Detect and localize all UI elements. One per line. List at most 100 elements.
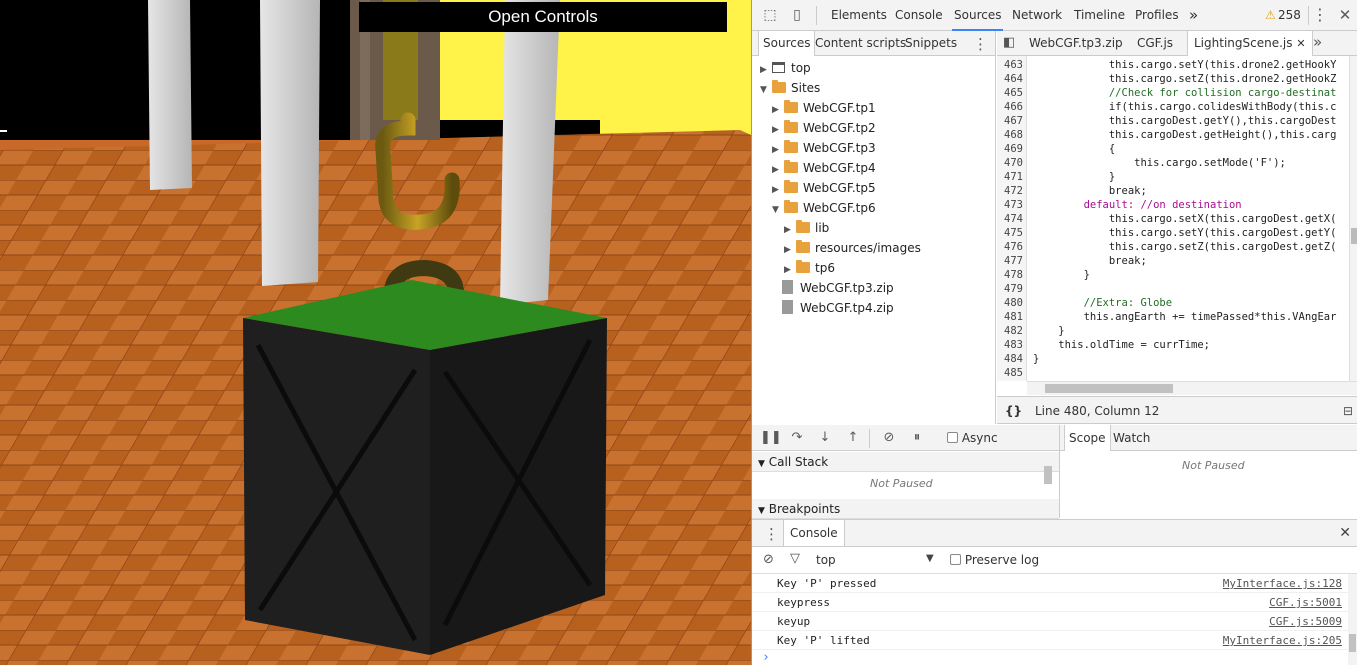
toggle-navigator-icon[interactable]: ◧ bbox=[1003, 35, 1015, 50]
pause-icon[interactable]: ❚❚ bbox=[760, 429, 782, 447]
drawer-tab-console[interactable]: Console bbox=[783, 520, 845, 546]
breakpoints-header[interactable]: ▼ Breakpoints bbox=[752, 499, 1059, 519]
line-number[interactable]: 486 bbox=[997, 380, 1023, 381]
device-mode-icon[interactable]: ▯ bbox=[788, 6, 806, 24]
tree-item-file[interactable]: WebCGF.tp4.zip bbox=[778, 298, 894, 318]
tree-item-top[interactable]: ▶ top bbox=[760, 58, 811, 78]
line-number[interactable]: 478 bbox=[997, 268, 1023, 282]
filter-icon[interactable]: ▽ bbox=[790, 551, 800, 566]
devtools-panel: ⬚ ▯ Elements Console Sources Network Tim… bbox=[751, 0, 1357, 665]
line-number[interactable]: 476 bbox=[997, 240, 1023, 254]
context-select[interactable]: top bbox=[816, 553, 836, 567]
line-number[interactable]: 482 bbox=[997, 324, 1023, 338]
source-link[interactable]: CGF.js:5001 bbox=[1269, 593, 1342, 612]
tree-item-folder[interactable]: ▶ WebCGF.tp4 bbox=[772, 158, 876, 178]
tab-sources[interactable]: Sources bbox=[952, 0, 1004, 31]
line-number[interactable]: 472 bbox=[997, 184, 1023, 198]
tree-item-folder[interactable]: ▶ WebCGF.tp5 bbox=[772, 178, 876, 198]
close-devtools-icon[interactable]: ✕ bbox=[1336, 6, 1354, 24]
close-drawer-icon[interactable]: ✕ bbox=[1339, 525, 1351, 541]
step-out-icon[interactable]: ↑ bbox=[844, 429, 862, 447]
line-number[interactable]: 467 bbox=[997, 114, 1023, 128]
line-number[interactable]: 483 bbox=[997, 338, 1023, 352]
tree-item-file[interactable]: WebCGF.tp3.zip bbox=[778, 278, 894, 298]
tree-item-folder[interactable]: ▶ lib bbox=[784, 218, 829, 238]
editor-status-bar: {} Line 480, Column 12 ⊟ bbox=[997, 396, 1357, 424]
code-editor[interactable]: 463 464 465 466 467 468 469 470 471 472 473 474 475 4… bbox=[997, 56, 1349, 381]
line-number[interactable]: 481 bbox=[997, 310, 1023, 324]
code-line: } bbox=[1033, 353, 1040, 365]
tab-timeline[interactable]: Timeline bbox=[1072, 0, 1127, 31]
toggle-debugger-icon[interactable]: ⊟ bbox=[1343, 397, 1353, 425]
line-number[interactable]: 463 bbox=[997, 58, 1023, 72]
close-tab-icon[interactable]: ✕ bbox=[1296, 37, 1305, 50]
line-number[interactable]: 468 bbox=[997, 128, 1023, 142]
code-line: break; bbox=[1033, 185, 1147, 197]
more-tabs-button[interactable]: » bbox=[1187, 0, 1200, 31]
tab-elements[interactable]: Elements bbox=[829, 0, 889, 31]
kebab-menu-icon[interactable]: ⋮ bbox=[1311, 6, 1329, 24]
source-link[interactable]: CGF.js:5009 bbox=[1269, 612, 1342, 631]
preserve-log-checkbox[interactable]: Preserve log bbox=[950, 553, 1039, 567]
source-link[interactable]: MyInterface.js:205 bbox=[1223, 631, 1342, 650]
inspect-element-icon[interactable]: ⬚ bbox=[761, 6, 779, 24]
line-number[interactable]: 469 bbox=[997, 142, 1023, 156]
nav-tab-content-scripts[interactable]: Content scripts bbox=[811, 31, 910, 56]
deactivate-breakpoints-icon[interactable]: ⊘ bbox=[880, 429, 898, 447]
line-number[interactable]: 477 bbox=[997, 254, 1023, 268]
editor-tab-active[interactable]: LightingScene.js ✕ bbox=[1187, 31, 1313, 56]
editor-tabbar: ◧ WebCGF.tp3.zip CGF.js LightingScene.js… bbox=[997, 31, 1357, 56]
console-scrollbar[interactable] bbox=[1348, 574, 1357, 665]
line-number[interactable]: 484 bbox=[997, 352, 1023, 366]
tab-scope[interactable]: Scope bbox=[1064, 425, 1111, 451]
tree-item-folder[interactable]: ▶ WebCGF.tp1 bbox=[772, 98, 876, 118]
tab-network[interactable]: Network bbox=[1010, 0, 1064, 31]
tree-item-folder[interactable]: ▶ WebCGF.tp2 bbox=[772, 118, 876, 138]
line-number[interactable]: 470 bbox=[997, 156, 1023, 170]
tab-console[interactable]: Console bbox=[893, 0, 945, 31]
line-number[interactable]: 471 bbox=[997, 170, 1023, 184]
source-link[interactable]: MyInterface.js:128 bbox=[1223, 574, 1342, 593]
line-number[interactable]: 466 bbox=[997, 100, 1023, 114]
code-line: this.cargoDest.getY(),this.cargoDest bbox=[1033, 115, 1337, 127]
tab-watch[interactable]: Watch bbox=[1109, 425, 1154, 451]
tree-item-sites[interactable]: ▼ Sites bbox=[760, 78, 820, 98]
line-number[interactable]: 465 bbox=[997, 86, 1023, 100]
clear-console-icon[interactable]: ⊘ bbox=[763, 552, 774, 567]
call-stack-header[interactable]: ▼ Call Stack bbox=[752, 452, 1059, 472]
editor-horizontal-scrollbar[interactable] bbox=[1027, 381, 1357, 395]
pretty-print-button[interactable]: {} bbox=[1005, 397, 1022, 425]
warning-icon[interactable]: ⚠ bbox=[1265, 8, 1276, 22]
drawer-menu-icon[interactable]: ⋮ bbox=[764, 525, 779, 543]
line-number[interactable]: 464 bbox=[997, 72, 1023, 86]
console-prompt[interactable]: › bbox=[762, 650, 770, 665]
step-into-icon[interactable]: ↓ bbox=[816, 429, 834, 447]
open-controls-button[interactable]: Open Controls bbox=[359, 2, 727, 32]
async-checkbox[interactable]: Async bbox=[947, 431, 998, 445]
tree-item-folder[interactable]: ▼ WebCGF.tp6 bbox=[772, 198, 876, 218]
step-over-icon[interactable]: ↷ bbox=[788, 429, 806, 447]
line-number[interactable]: 479 bbox=[997, 282, 1023, 296]
warning-count[interactable]: 258 bbox=[1278, 8, 1301, 22]
nav-tab-sources[interactable]: Sources bbox=[758, 31, 816, 56]
pause-on-exceptions-icon[interactable]: ⏸ bbox=[908, 429, 926, 447]
line-number[interactable]: 474 bbox=[997, 212, 1023, 226]
code-line: break; bbox=[1033, 255, 1147, 267]
sidebar-scrollbar[interactable] bbox=[1044, 466, 1052, 484]
line-number[interactable]: 480 bbox=[997, 296, 1023, 310]
line-number[interactable]: 473 bbox=[997, 198, 1023, 212]
editor-tab[interactable]: WebCGF.tp3.zip bbox=[1023, 31, 1129, 56]
editor-tab[interactable]: CGF.js bbox=[1131, 31, 1179, 56]
line-number[interactable]: 485 bbox=[997, 366, 1023, 380]
nav-tab-snippets[interactable]: Snippets bbox=[901, 31, 961, 56]
editor-vertical-scrollbar[interactable] bbox=[1349, 56, 1357, 381]
tree-item-folder[interactable]: ▶ resources/images bbox=[784, 238, 921, 258]
navigator-menu-icon[interactable]: ⋮ bbox=[973, 35, 988, 53]
tab-profiles[interactable]: Profiles bbox=[1133, 0, 1181, 31]
chevron-down-icon[interactable]: ▼ bbox=[926, 553, 934, 564]
webgl-viewport[interactable]: Open Controls bbox=[0, 0, 751, 665]
tree-item-folder[interactable]: ▶ tp6 bbox=[784, 258, 835, 278]
line-number[interactable]: 475 bbox=[997, 226, 1023, 240]
more-editor-tabs-button[interactable]: » bbox=[1313, 33, 1322, 51]
tree-item-folder[interactable]: ▶ WebCGF.tp3 bbox=[772, 138, 876, 158]
